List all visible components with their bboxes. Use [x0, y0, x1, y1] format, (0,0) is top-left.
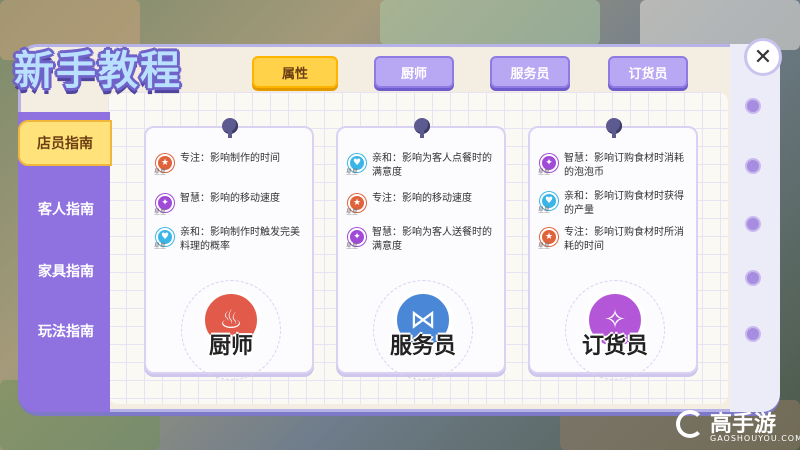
- attribute-text: 专注：影响制作的时间: [180, 153, 280, 164]
- rail-dot: [745, 98, 761, 114]
- close-button[interactable]: ✕: [744, 38, 782, 76]
- badge-tag: 星星: [538, 243, 551, 250]
- affinity-badge-icon: ♥ 星星: [346, 154, 366, 176]
- attribute-text: 亲和：影响为客人点餐时的满意度: [372, 153, 492, 178]
- role-card-chef: ★ 星星 专注：影响制作的时间 ✦ 星星 智慧：影响的移动速度 ♥ 星星 亲和：影响制…: [144, 118, 314, 380]
- rail-dot: [745, 270, 761, 286]
- background-shop: [380, 0, 600, 45]
- badge-tag: 星星: [154, 243, 167, 250]
- watermark-url: GAOSHOUYOU.COM: [710, 434, 800, 443]
- attribute-text: 智慧：影响的移动速度: [180, 193, 280, 204]
- badge-tag: 星星: [154, 209, 167, 216]
- watermark: 高手游 GAOSHOUYOU.COM: [676, 404, 800, 448]
- affinity-badge-icon: ♥ 星星: [154, 228, 174, 250]
- close-icon: ✕: [753, 44, 773, 70]
- tab-buyer[interactable]: 订货员: [608, 56, 688, 88]
- rail-dot: [745, 326, 761, 342]
- wisdom-badge-icon: ✦ 星星: [346, 228, 366, 250]
- sidebar-item-guest-guide[interactable]: 客人指南: [20, 186, 112, 232]
- attribute-row: ★ 星星 专注：影响制作的时间: [154, 152, 306, 176]
- affinity-badge-icon: ♥ 星星: [538, 192, 558, 214]
- role-card-waiter: ♥ 星星 亲和：影响为客人点餐时的满意度 ★ 星星 专注：影响的移动速度 ✦ 星星 智…: [336, 118, 506, 380]
- tab-attributes[interactable]: 属性: [252, 56, 338, 88]
- attribute-row: ✦ 星星 智慧：影响为客人送餐时的满意度: [346, 226, 498, 254]
- attribute-row: ♥ 星星 亲和：影响订购食材时获得的产量: [538, 190, 690, 218]
- rail-dot: [745, 158, 761, 174]
- role-name: 订货员: [581, 334, 648, 359]
- attribute-text: 智慧：影响为客人送餐时的满意度: [372, 227, 492, 252]
- attribute-text: 亲和：影响制作时触发完美料理的概率: [180, 227, 300, 252]
- attribute-row: ♥ 星星 亲和：影响制作时触发完美料理的概率: [154, 226, 306, 254]
- attribute-row: ★ 星星 专注：影响订购食材时所消耗的时间: [538, 226, 690, 254]
- focus-badge-icon: ★ 星星: [346, 194, 366, 216]
- attribute-row: ♥ 星星 亲和：影响为客人点餐时的满意度: [346, 152, 498, 180]
- badge-tag: 星星: [538, 207, 551, 214]
- attribute-row: ★ 星星 专注：影响的移动速度: [346, 192, 498, 216]
- attribute-text: 智慧：影响订购食材时消耗的泡泡币: [564, 153, 684, 178]
- attribute-row: ✦ 星星 智慧：影响订购食材时消耗的泡泡币: [538, 152, 690, 180]
- badge-tag: 星星: [154, 169, 167, 176]
- focus-badge-icon: ★ 星星: [538, 228, 558, 250]
- pin-icon: [414, 118, 430, 138]
- wisdom-badge-icon: ✦ 星星: [538, 154, 558, 176]
- role-name: 厨师: [208, 334, 253, 359]
- badge-tag: 星星: [346, 243, 359, 250]
- attribute-text: 专注：影响的移动速度: [372, 193, 472, 204]
- sidebar-item-gameplay-guide[interactable]: 玩法指南: [20, 308, 112, 354]
- badge-tag: 星星: [346, 209, 359, 216]
- badge-tag: 星星: [538, 169, 551, 176]
- page-title: 新手教程: [14, 48, 182, 94]
- attribute-text: 亲和：影响订购食材时获得的产量: [564, 191, 684, 216]
- gaoshouyou-logo-icon: [676, 410, 704, 438]
- tab-waiter[interactable]: 服务员: [490, 56, 570, 88]
- tab-chef[interactable]: 厨师: [374, 56, 454, 88]
- attribute-text: 专注：影响订购食材时所消耗的时间: [564, 227, 684, 252]
- role-name: 服务员: [389, 334, 456, 359]
- pin-icon: [606, 118, 622, 138]
- wisdom-badge-icon: ✦ 星星: [154, 194, 174, 216]
- focus-badge-icon: ★ 星星: [154, 154, 174, 176]
- rail-dot: [745, 216, 761, 232]
- role-card-buyer: ✦ 星星 智慧：影响订购食材时消耗的泡泡币 ♥ 星星 亲和：影响订购食材时获得的产量…: [528, 118, 698, 380]
- sidebar-item-staff-guide[interactable]: 店员指南: [18, 120, 112, 166]
- attribute-row: ✦ 星星 智慧：影响的移动速度: [154, 192, 306, 216]
- badge-tag: 星星: [346, 169, 359, 176]
- pin-icon: [222, 118, 238, 138]
- sidebar-item-furniture-guide[interactable]: 家具指南: [20, 248, 112, 294]
